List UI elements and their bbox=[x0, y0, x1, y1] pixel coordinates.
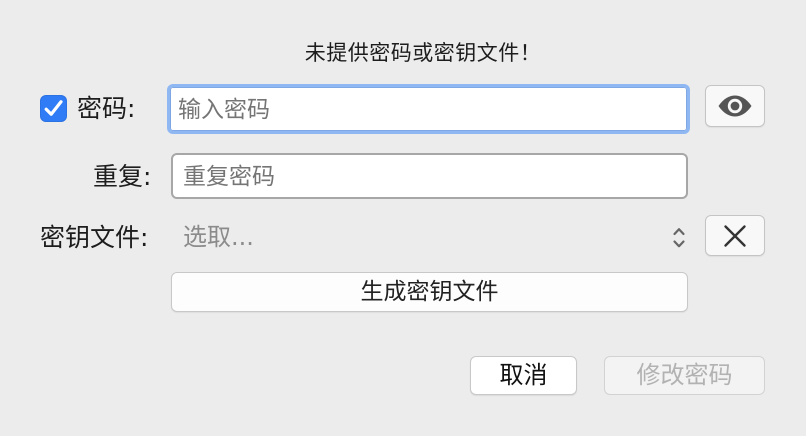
repeat-label: 重复: bbox=[93, 162, 152, 191]
close-icon bbox=[724, 224, 746, 247]
clear-key-file-button[interactable] bbox=[705, 215, 765, 256]
cancel-button[interactable]: 取消 bbox=[470, 356, 577, 395]
key-file-select-value: 选取... bbox=[183, 223, 254, 251]
key-file-label: 密钥文件: bbox=[40, 223, 149, 252]
repeat-password-input[interactable] bbox=[171, 153, 688, 199]
generate-key-file-button[interactable]: 生成密钥文件 bbox=[171, 272, 688, 312]
change-password-button[interactable]: 修改密码 bbox=[604, 356, 765, 395]
chevron-up-down-icon bbox=[673, 228, 685, 248]
toggle-password-visibility-button[interactable] bbox=[705, 85, 765, 127]
eye-icon bbox=[718, 95, 752, 117]
password-input[interactable] bbox=[167, 84, 690, 134]
password-checkbox[interactable] bbox=[40, 95, 67, 122]
password-label: 密码: bbox=[77, 94, 136, 123]
dialog-message: 未提供密码或密钥文件！ bbox=[304, 41, 542, 65]
checkmark-icon bbox=[44, 100, 63, 116]
key-file-select[interactable]: 选取... bbox=[171, 216, 691, 258]
